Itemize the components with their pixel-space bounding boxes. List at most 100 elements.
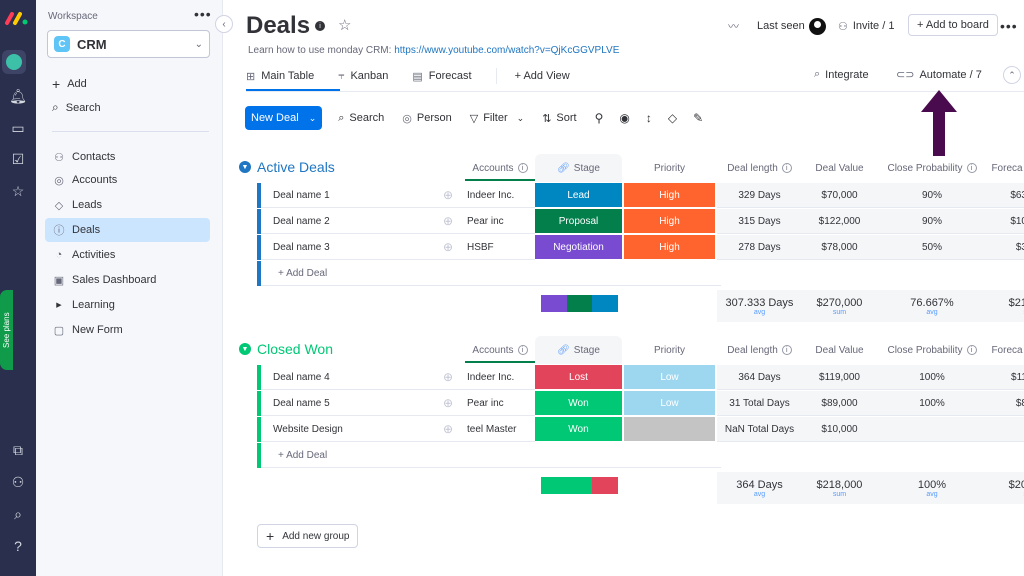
stage-cell[interactable]: Won	[535, 417, 622, 442]
deal-value-cell[interactable]: $70,000	[802, 183, 877, 208]
add-view-button[interactable]: + Add View	[515, 70, 570, 82]
invite-button[interactable]: ⚇ Invite / 1	[838, 15, 894, 37]
sort-button[interactable]: ⇅ Sort	[542, 112, 576, 125]
activity-icon[interactable]: 〰	[728, 15, 739, 37]
priority-cell[interactable]: High	[624, 209, 715, 234]
description-link[interactable]: https://www.youtube.com/watch?v=QjKcGGVP…	[394, 45, 619, 56]
col-header-accounts[interactable]: Accounts i	[465, 157, 535, 179]
forecast-cell[interactable]: $8	[987, 391, 1024, 416]
sidebar-item-deals[interactable]: ⓘ Deals	[45, 218, 210, 242]
favorites-icon[interactable]: ☆	[4, 179, 32, 203]
invite-icon[interactable]: ⚇	[4, 470, 32, 494]
last-seen[interactable]: Last seen	[757, 15, 826, 37]
row-height-icon[interactable]: ↕	[646, 111, 652, 125]
stage-cell[interactable]: Lost	[535, 365, 622, 390]
automate-button[interactable]: ⊂⊃ Automate / 7	[896, 68, 982, 82]
close-probability-cell[interactable]: 90%	[877, 183, 987, 208]
group-title[interactable]: ▼ Closed Won	[239, 341, 333, 357]
deal-length-cell[interactable]: 278 Days	[717, 235, 802, 260]
col-header-deal-value[interactable]: Deal Value	[802, 339, 877, 361]
priority-cell[interactable]: High	[624, 235, 715, 260]
info-icon[interactable]: i	[966, 345, 977, 355]
stage-cell[interactable]: Negotiation	[535, 235, 622, 260]
help-icon[interactable]: ?	[4, 534, 32, 558]
add-new-group-button[interactable]: + Add new group	[257, 524, 359, 548]
sidebar-item-activities[interactable]: ◔ Activities	[45, 243, 210, 267]
sidebar-item-contacts[interactable]: ⚇ Contacts	[45, 145, 210, 169]
star-icon[interactable]: ☆	[338, 16, 351, 34]
forecast-cell[interactable]: $3	[987, 235, 1024, 260]
add-deal-row[interactable]: + Add Deal	[257, 443, 1024, 468]
account-cell[interactable]: HSBF	[463, 235, 535, 260]
col-header-stage[interactable]: 🔗︎ Stage	[535, 339, 622, 361]
account-cell[interactable]: Indeer Inc.	[463, 183, 535, 208]
add-update-icon[interactable]: ⊕	[437, 417, 459, 441]
priority-cell[interactable]: Low	[624, 365, 715, 390]
group-title[interactable]: ▼ Active Deals	[239, 159, 335, 175]
add-update-icon[interactable]: ⊕	[437, 235, 459, 259]
pin-icon[interactable]: ⚲	[595, 111, 604, 125]
account-cell[interactable]: Pear inc	[463, 209, 535, 234]
sidebar-item-sales-dashboard[interactable]: ▣ Sales Dashboard	[45, 268, 210, 292]
deal-value-cell[interactable]: $89,000	[802, 391, 877, 416]
group-title-text[interactable]: Active Deals	[257, 159, 335, 175]
stage-cell[interactable]: Proposal	[535, 209, 622, 234]
col-header-priority[interactable]: Priority	[624, 339, 715, 361]
col-header-accounts[interactable]: Accounts i	[465, 339, 535, 361]
group-title-text[interactable]: Closed Won	[257, 341, 333, 357]
more-icon[interactable]: •••	[1000, 15, 1018, 37]
add-deal-row[interactable]: + Add Deal	[257, 261, 1024, 286]
account-cell[interactable]: Indeer Inc.	[463, 365, 535, 390]
priority-cell[interactable]	[624, 417, 715, 442]
info-icon[interactable]: i	[517, 163, 528, 173]
account-cell[interactable]: Pear inc	[463, 391, 535, 416]
collapse-sidebar-button[interactable]: ‹	[215, 15, 233, 33]
collapse-group-icon[interactable]: ▼	[239, 343, 251, 355]
close-probability-cell[interactable]: 90%	[877, 209, 987, 234]
forecast-cell[interactable]: $11	[987, 365, 1024, 390]
info-icon[interactable]: i	[517, 345, 528, 355]
see-plans-button[interactable]: See plans	[0, 290, 13, 370]
filter-button[interactable]: ▽ Filter ⌄	[470, 112, 524, 125]
person-filter-button[interactable]: ◎ Person	[402, 112, 451, 125]
stage-summary-bar[interactable]	[541, 477, 618, 494]
collapse-group-icon[interactable]: ▼	[239, 161, 251, 173]
add-deal-input[interactable]: + Add Deal	[261, 443, 721, 468]
forecast-cell[interactable]: $10	[987, 209, 1024, 234]
col-header-forecast[interactable]: Foreca	[987, 157, 1024, 179]
deal-length-cell[interactable]: 315 Days	[717, 209, 802, 234]
deal-value-cell[interactable]: $10,000	[802, 417, 877, 442]
more-icon[interactable]: •••	[194, 6, 212, 22]
close-probability-cell[interactable]: 100%	[877, 391, 987, 416]
col-header-deal-length[interactable]: Deal length i	[717, 157, 802, 179]
add-update-icon[interactable]: ⊕	[437, 183, 459, 207]
chevron-down-icon[interactable]: ⌄	[309, 113, 317, 124]
new-deal-button[interactable]: New Deal ⌄	[245, 106, 323, 130]
integrate-button[interactable]: ⌕ Integrate	[814, 68, 869, 81]
col-header-deal-value[interactable]: Deal Value	[802, 157, 877, 179]
add-update-icon[interactable]: ⊕	[437, 365, 459, 389]
search-button[interactable]: ⌕ Search	[52, 100, 101, 115]
collapse-header-button[interactable]: ⌃	[1003, 66, 1021, 84]
hide-icon[interactable]: ◉	[619, 111, 629, 125]
col-header-priority[interactable]: Priority	[624, 157, 715, 179]
sidebar-item-learning[interactable]: ▶ Learning	[45, 293, 210, 317]
col-header-deal-length[interactable]: Deal length i	[717, 339, 802, 361]
info-icon[interactable]: i	[966, 163, 977, 173]
deal-value-cell[interactable]: $119,000	[802, 365, 877, 390]
table-row[interactable]: Deal name 3 ⊕ HSBF Negotiation High 278 …	[257, 235, 1024, 260]
bell-icon[interactable]: 🔔︎	[4, 84, 32, 108]
add-update-icon[interactable]: ⊕	[437, 391, 459, 415]
close-probability-cell[interactable]	[877, 417, 987, 442]
priority-cell[interactable]: Low	[624, 391, 715, 416]
info-icon[interactable]: i	[315, 21, 325, 31]
col-header-stage[interactable]: 🔗︎ Stage	[535, 157, 622, 179]
deal-value-cell[interactable]: $78,000	[802, 235, 877, 260]
workspace-icon[interactable]	[2, 50, 26, 74]
tab-kanban[interactable]: ⫧ Kanban	[338, 70, 388, 83]
close-probability-cell[interactable]: 100%	[877, 365, 987, 390]
add-deal-input[interactable]: + Add Deal	[261, 261, 721, 286]
apps-icon[interactable]: ⧉	[4, 438, 32, 462]
workspace-selector[interactable]: C CRM ⌄	[47, 30, 210, 58]
account-cell[interactable]: teel Master	[463, 417, 535, 442]
